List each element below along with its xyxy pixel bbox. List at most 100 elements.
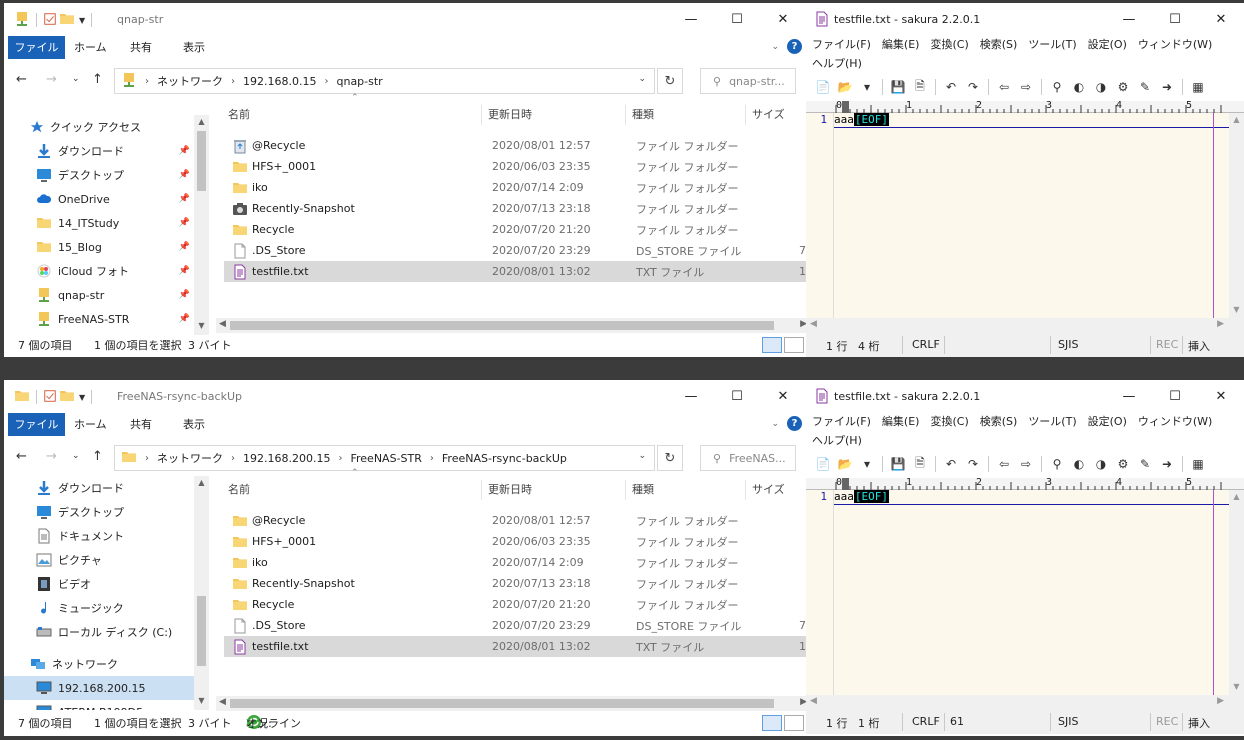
- address-bar[interactable]: › ネットワーク › 192.168.200.15 › FreeNAS-STR › FreeN…: [114, 445, 655, 471]
- menu-item[interactable]: ファイル(F): [812, 35, 871, 54]
- sidebar-item[interactable]: ATERM-B199D5: [4, 700, 194, 710]
- breadcrumb-segment[interactable]: qnap-str: [336, 75, 382, 88]
- ribbon-tab-3[interactable]: 表示: [183, 413, 205, 436]
- table-row[interactable]: testfile.txt 2020/08/01 13:02 TXT ファイル 1: [224, 636, 806, 657]
- forward-button[interactable]: →: [46, 72, 57, 87]
- sidebar-item[interactable]: ビデオ: [4, 572, 194, 596]
- redo-icon[interactable]: ↷: [964, 78, 982, 96]
- chevron-right-icon[interactable]: ›: [145, 453, 149, 464]
- dropdown-icon[interactable]: ▾: [858, 78, 876, 96]
- replace-icon[interactable]: ⚙: [1114, 78, 1132, 96]
- menu-item[interactable]: 検索(S): [980, 35, 1018, 54]
- search-next-icon[interactable]: ◑: [1092, 455, 1110, 473]
- sidebar-item[interactable]: ピクチャ: [4, 548, 194, 572]
- table-row[interactable]: HFS+_0001 2020/06/03 23:35 ファイル フォルダー: [224, 531, 806, 552]
- scrollbar-thumb[interactable]: [197, 131, 206, 191]
- search-next-icon[interactable]: ◑: [1092, 78, 1110, 96]
- search-box[interactable]: ⚲ FreeNAS...: [700, 445, 796, 471]
- scroll-up-icon[interactable]: ▲: [194, 117, 209, 126]
- table-row[interactable]: @Recycle 2020/08/01 12:57 ファイル フォルダー: [224, 510, 806, 531]
- jump-back-icon[interactable]: ⇦: [995, 78, 1013, 96]
- sidebar-item[interactable]: 14_ITStudy 📌: [4, 211, 194, 235]
- horizontal-scrollbar[interactable]: ◀ ▶: [806, 695, 1244, 710]
- grep-icon[interactable]: ➜: [1158, 78, 1176, 96]
- scroll-down-icon[interactable]: ▼: [1229, 305, 1244, 314]
- jump-forward-icon[interactable]: ⇨: [1017, 455, 1035, 473]
- menu-item[interactable]: ファイル(F): [812, 412, 871, 431]
- mark-icon[interactable]: ✎: [1136, 455, 1154, 473]
- ribbon-tab-3[interactable]: 表示: [183, 36, 205, 59]
- breadcrumb-segment[interactable]: 192.168.0.15: [243, 75, 316, 88]
- editor-area[interactable]: 1 aaa[EOF]: [806, 113, 1229, 318]
- column-divider[interactable]: [481, 105, 482, 125]
- menu-item[interactable]: ツール(T): [1028, 35, 1076, 54]
- scroll-left-icon[interactable]: ◀: [810, 319, 817, 329]
- table-row[interactable]: testfile.txt 2020/08/01 13:02 TXT ファイル 1: [224, 261, 806, 282]
- close-button[interactable]: ✕: [1198, 3, 1244, 36]
- sidebar-item[interactable]: ミュージック: [4, 596, 194, 620]
- sidebar-item[interactable]: デスクトップ: [4, 500, 194, 524]
- minimize-button[interactable]: —: [1106, 3, 1152, 36]
- ribbon-tab-0[interactable]: ファイル: [8, 413, 65, 436]
- table-row[interactable]: .DS_Store 2020/07/20 23:29 DS_STORE ファイル 7: [224, 615, 806, 636]
- nav-scrollbar[interactable]: ▲ ▼: [194, 115, 209, 335]
- jump-forward-icon[interactable]: ⇨: [1017, 78, 1035, 96]
- ribbon-tab-1[interactable]: ホーム: [74, 413, 107, 436]
- forward-button[interactable]: →: [46, 449, 57, 464]
- search-box[interactable]: ⚲ qnap-str...: [700, 68, 796, 94]
- maximize-button[interactable]: ☐: [714, 3, 760, 36]
- table-row[interactable]: Recently-Snapshot 2020/07/13 23:18 ファイル フォ…: [224, 573, 806, 594]
- maximize-button[interactable]: ☐: [1152, 380, 1198, 413]
- sidebar-item[interactable]: ローカル ディスク (C:): [4, 620, 194, 644]
- menu-item[interactable]: 設定(O): [1088, 35, 1127, 54]
- minimize-button[interactable]: —: [1106, 380, 1152, 413]
- address-dropdown-icon[interactable]: ⌄: [638, 451, 646, 461]
- close-button[interactable]: ✕: [760, 380, 806, 413]
- new-folder-icon[interactable]: [59, 11, 75, 30]
- settings-icon[interactable]: ▦: [1189, 78, 1207, 96]
- column-header[interactable]: 名前: [228, 474, 250, 506]
- sidebar-item[interactable]: ネットワーク: [4, 652, 194, 676]
- column-header[interactable]: 更新日時: [488, 99, 532, 131]
- editor-area[interactable]: 1 aaa[EOF]: [806, 490, 1229, 695]
- horizontal-scrollbar[interactable]: ◀ ▶: [806, 318, 1244, 333]
- replace-icon[interactable]: ⚙: [1114, 455, 1132, 473]
- details-view-button[interactable]: [762, 337, 782, 353]
- sidebar-item[interactable]: qnap-str 📌: [4, 283, 194, 307]
- customize-dropdown-icon[interactable]: ▼: [79, 393, 85, 402]
- recent-locations-icon[interactable]: ⌄: [72, 451, 80, 461]
- breadcrumb-segment[interactable]: ネットワーク: [157, 450, 223, 466]
- minimize-button[interactable]: —: [668, 380, 714, 413]
- horizontal-scrollbar[interactable]: ◀ ▶: [216, 696, 806, 711]
- grep-icon[interactable]: ➜: [1158, 455, 1176, 473]
- menu-item[interactable]: 編集(E): [882, 412, 920, 431]
- menu-item[interactable]: 検索(S): [980, 412, 1018, 431]
- pin-icon[interactable]: 📌: [179, 194, 190, 204]
- refresh-button[interactable]: ↻: [657, 445, 683, 471]
- pin-icon[interactable]: 📌: [179, 170, 190, 180]
- pin-icon[interactable]: 📌: [179, 266, 190, 276]
- scroll-up-icon[interactable]: ▲: [1229, 115, 1244, 124]
- pin-icon[interactable]: 📌: [179, 290, 190, 300]
- menu-item[interactable]: ヘルプ(H): [812, 431, 862, 450]
- ribbon-tab-0[interactable]: ファイル: [8, 36, 65, 59]
- sidebar-item[interactable]: iCloud フォト 📌: [4, 259, 194, 283]
- back-button[interactable]: ←: [16, 449, 27, 464]
- new-folder-icon[interactable]: [59, 388, 75, 407]
- menu-item[interactable]: 変換(C): [930, 412, 968, 431]
- sidebar-item[interactable]: 192.168.200.15: [4, 676, 194, 700]
- breadcrumb-segment[interactable]: FreeNAS-rsync-backUp: [442, 452, 567, 465]
- menu-item[interactable]: 変換(C): [930, 35, 968, 54]
- up-button[interactable]: ↑: [92, 72, 103, 87]
- sidebar-item[interactable]: 15_Blog 📌: [4, 235, 194, 259]
- customize-dropdown-icon[interactable]: ▼: [79, 16, 85, 25]
- scroll-left-icon[interactable]: ◀: [810, 696, 817, 706]
- column-header[interactable]: 名前: [228, 99, 250, 131]
- maximize-button[interactable]: ☐: [714, 380, 760, 413]
- open-folder-icon[interactable]: 📂: [836, 455, 854, 473]
- redo-icon[interactable]: ↷: [964, 455, 982, 473]
- menu-item[interactable]: ヘルプ(H): [812, 54, 862, 73]
- breadcrumb-segment[interactable]: FreeNAS-STR: [350, 452, 421, 465]
- sidebar-item[interactable]: FreeNAS-STR 📌: [4, 307, 194, 331]
- expand-ribbon-icon[interactable]: ⌄: [771, 42, 779, 52]
